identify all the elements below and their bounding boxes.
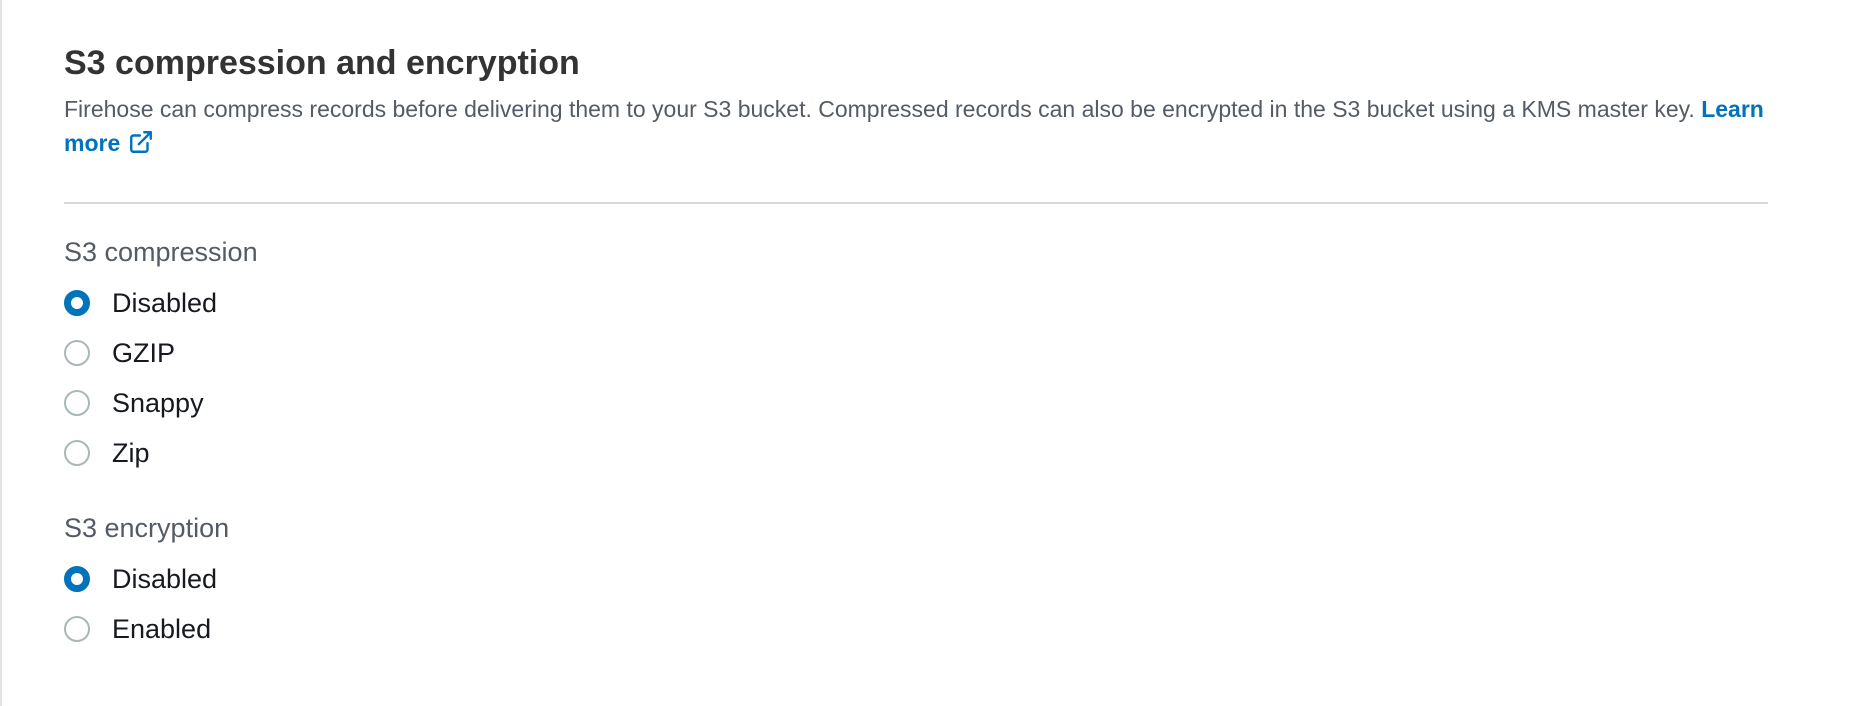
compression-option-snappy[interactable]: Snappy: [64, 378, 1768, 428]
option-label: Enabled: [112, 613, 212, 644]
compression-option-disabled[interactable]: Disabled: [64, 278, 1768, 328]
compression-option-gzip[interactable]: GZIP: [64, 328, 1768, 378]
radio-button[interactable]: [64, 340, 90, 366]
compression-label: S3 compression: [64, 237, 258, 267]
radio-button[interactable]: [64, 440, 90, 466]
radio-button[interactable]: [64, 566, 90, 592]
option-label: Disabled: [112, 563, 218, 594]
section-title: S3 compression and encryption: [64, 44, 580, 82]
encryption-label: S3 encryption: [64, 513, 230, 543]
radio-button[interactable]: [64, 616, 90, 642]
external-link-icon: [130, 131, 153, 153]
compression-options: Disabled GZIP Snappy Zip: [64, 278, 1768, 478]
encryption-option-disabled[interactable]: Disabled: [64, 554, 1768, 604]
encryption-options: Disabled Enabled: [64, 554, 1768, 654]
section-divider: [64, 202, 1768, 204]
section-description: Firehose can compress records before del…: [64, 92, 1768, 160]
option-label: Disabled: [112, 287, 218, 318]
radio-button[interactable]: [64, 390, 90, 416]
settings-panel: S3 compression and encryption Firehose c…: [0, 0, 1854, 706]
compression-group: S3 compression Disabled GZIP Snappy Zip: [64, 234, 1768, 478]
description-text: Firehose can compress records before del…: [64, 96, 1695, 122]
option-label: GZIP: [112, 337, 176, 368]
encryption-option-enabled[interactable]: Enabled: [64, 604, 1768, 654]
option-label: Snappy: [112, 387, 204, 418]
option-label: Zip: [112, 437, 150, 468]
radio-button[interactable]: [64, 290, 90, 316]
encryption-group: S3 encryption Disabled Enabled: [64, 510, 1768, 654]
compression-option-zip[interactable]: Zip: [64, 428, 1768, 478]
section-content: S3 compression and encryption Firehose c…: [64, 38, 1768, 654]
